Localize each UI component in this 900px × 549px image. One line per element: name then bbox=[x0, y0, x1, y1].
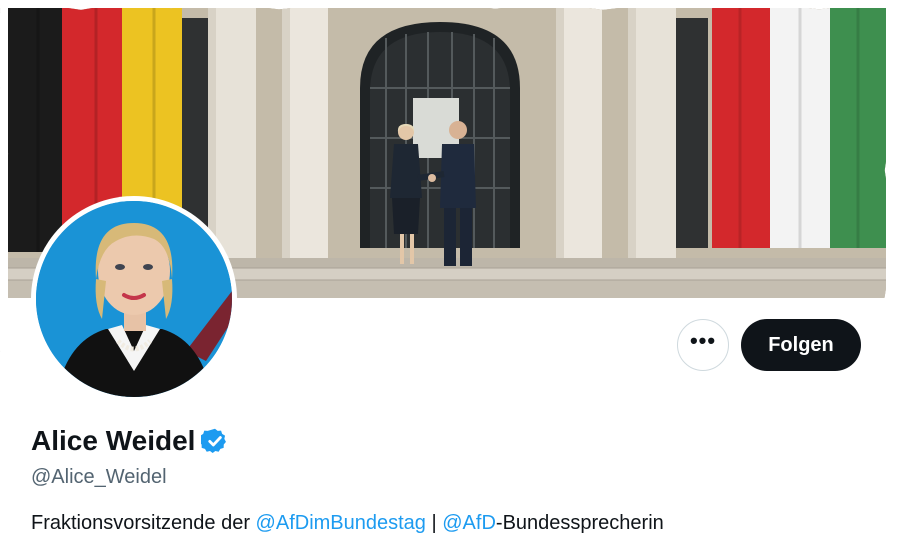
profile-card: ••• Folgen Alice Weidel @Alice_Weidel Fr… bbox=[0, 1, 895, 543]
display-name: Alice Weidel bbox=[31, 425, 196, 456]
more-options-button[interactable]: ••• bbox=[677, 319, 729, 371]
more-horizontal-icon: ••• bbox=[689, 328, 717, 353]
bio-text: Fraktionsvorsitzende der bbox=[31, 512, 256, 534]
bio-mention-link[interactable]: @AfDimBundestag bbox=[256, 512, 426, 534]
verified-badge-icon bbox=[199, 427, 229, 455]
avatar-photo bbox=[36, 201, 232, 397]
profile-bio: Fraktionsvorsitzende der @AfDimBundestag… bbox=[31, 512, 664, 535]
bio-text: -Bundessprеcherin bbox=[495, 512, 664, 534]
follow-button[interactable]: Folgen bbox=[741, 319, 861, 371]
profile-handle: @Alice_Weidel bbox=[31, 466, 167, 488]
bio-mention-link[interactable]: @AfD bbox=[442, 512, 496, 534]
avatar[interactable] bbox=[31, 196, 237, 402]
follow-button-label: Folgen bbox=[768, 333, 834, 356]
profile-name-row: Alice Weidel bbox=[31, 425, 229, 457]
bio-separator: | bbox=[425, 512, 443, 534]
